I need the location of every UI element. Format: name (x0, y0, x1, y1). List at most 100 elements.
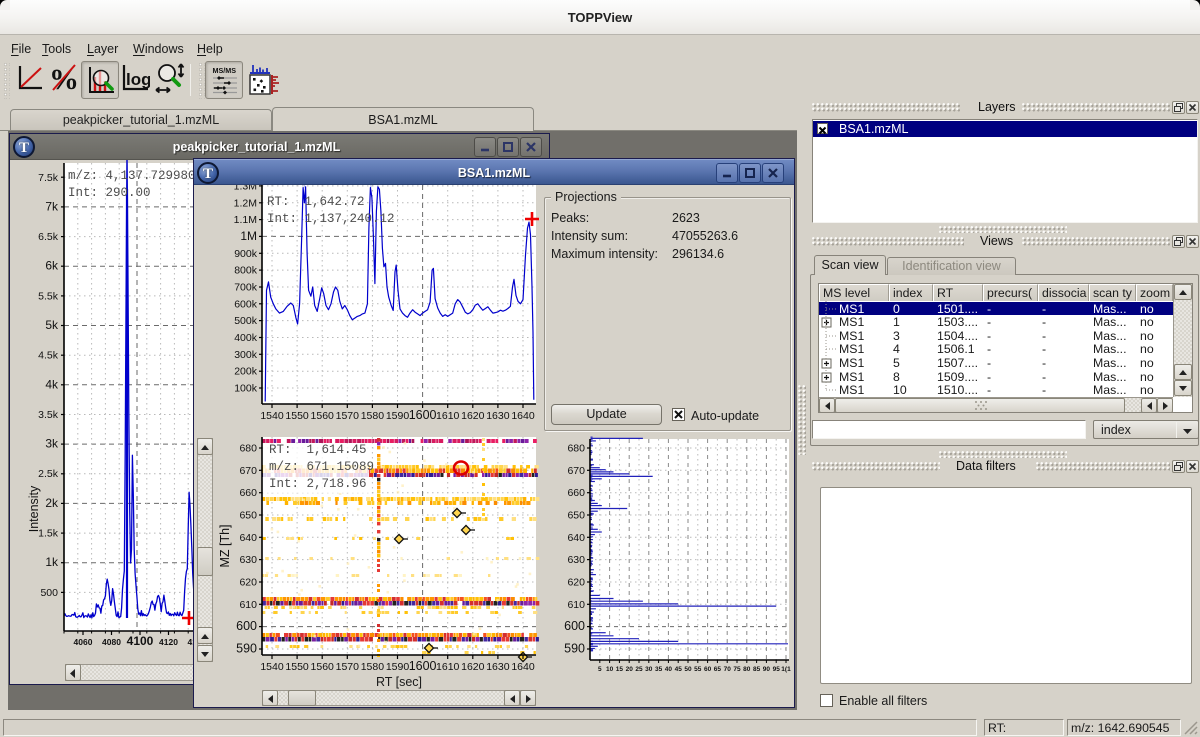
svg-text:640: 640 (239, 532, 257, 544)
svg-text:1.2M: 1.2M (234, 197, 257, 209)
svg-text:RT: 1,614.45: RT: 1,614.45 (269, 443, 367, 457)
svg-text:4k: 4k (45, 377, 59, 391)
svg-text:680: 680 (567, 443, 585, 455)
svg-text:100k: 100k (234, 383, 258, 395)
svg-text:4.5k: 4.5k (38, 350, 59, 362)
svg-text:80: 80 (743, 666, 751, 673)
svg-text:500: 500 (40, 587, 58, 599)
svg-text:15: 15 (616, 666, 624, 673)
svg-text:2k: 2k (45, 496, 59, 510)
svg-text:60: 60 (704, 666, 712, 673)
svg-text:1580: 1580 (361, 661, 385, 673)
svg-text:620: 620 (239, 577, 257, 589)
svg-text:660: 660 (567, 487, 585, 499)
svg-text:620: 620 (567, 577, 585, 589)
svg-text:680: 680 (239, 443, 257, 455)
svg-text:610: 610 (567, 599, 585, 611)
svg-text:10: 10 (606, 666, 614, 673)
svg-text:40: 40 (665, 666, 673, 673)
svg-text:1570: 1570 (336, 410, 360, 422)
svg-text:670: 670 (239, 465, 257, 477)
svg-text:590: 590 (236, 642, 257, 656)
svg-text:20: 20 (626, 666, 634, 673)
svg-text:1610: 1610 (436, 661, 460, 673)
svg-text:Int: 1,137,240.12: Int: 1,137,240.12 (267, 212, 395, 226)
svg-text:800k: 800k (234, 265, 258, 277)
svg-text:25: 25 (635, 666, 643, 673)
svg-text:Int: 2,718.96: Int: 2,718.96 (269, 477, 367, 491)
svg-text:1570: 1570 (336, 661, 360, 673)
svg-text:1540: 1540 (260, 410, 284, 422)
svg-text:500k: 500k (234, 315, 258, 327)
svg-text:400k: 400k (234, 332, 258, 344)
svg-text:4100: 4100 (127, 634, 154, 648)
svg-text:1630: 1630 (486, 661, 510, 673)
svg-text:log: log (126, 70, 150, 89)
svg-text:4060: 4060 (74, 637, 93, 647)
svg-text:1640: 1640 (511, 661, 535, 673)
svg-text:7.5k: 7.5k (38, 172, 59, 184)
svg-text:600: 600 (236, 619, 257, 633)
svg-text:1.1M: 1.1M (234, 214, 257, 226)
svg-text:1550: 1550 (285, 410, 309, 422)
svg-text:900k: 900k (234, 248, 258, 260)
svg-text:1590: 1590 (386, 410, 410, 422)
svg-text:1560: 1560 (311, 410, 335, 422)
svg-text:590: 590 (564, 642, 585, 656)
svg-text:1(1: 1(1 (781, 666, 791, 673)
svg-text:1550: 1550 (285, 661, 309, 673)
svg-text:1.5k: 1.5k (38, 528, 59, 540)
svg-text:5.5k: 5.5k (38, 290, 59, 302)
svg-text:650: 650 (239, 510, 257, 522)
svg-text:55: 55 (694, 666, 702, 673)
svg-text:1k: 1k (45, 555, 59, 569)
svg-text:30: 30 (645, 666, 653, 673)
svg-text:660: 660 (239, 487, 257, 499)
svg-text:5: 5 (598, 666, 602, 673)
svg-text:3.5k: 3.5k (38, 409, 59, 421)
svg-text:610: 610 (239, 599, 257, 611)
svg-text:45: 45 (675, 666, 683, 673)
svg-text:640: 640 (567, 532, 585, 544)
svg-text:1640: 1640 (511, 410, 535, 422)
svg-text:1540: 1540 (260, 661, 284, 673)
svg-text:650: 650 (567, 510, 585, 522)
svg-text:600: 600 (564, 619, 585, 633)
svg-text:200k: 200k (234, 366, 258, 378)
svg-text:50: 50 (684, 666, 692, 673)
svg-text:Int: 290.00: Int: 290.00 (68, 186, 151, 200)
svg-text:1620: 1620 (461, 410, 485, 422)
svg-text:1610: 1610 (436, 410, 460, 422)
svg-text:75: 75 (733, 666, 741, 673)
svg-text:MS/MS: MS/MS (213, 66, 237, 75)
svg-text:600k: 600k (234, 298, 258, 310)
svg-text:1600: 1600 (409, 659, 437, 673)
svg-text:1560: 1560 (311, 661, 335, 673)
svg-text:2.5k: 2.5k (38, 468, 59, 480)
svg-text:95: 95 (773, 666, 781, 673)
svg-text:6k: 6k (45, 259, 59, 273)
svg-text:4080: 4080 (102, 637, 121, 647)
svg-text:630: 630 (239, 554, 257, 566)
svg-text:700k: 700k (234, 282, 258, 294)
svg-text:m/z: 671.15089: m/z: 671.15089 (269, 460, 374, 474)
svg-text:5k: 5k (45, 318, 59, 332)
svg-text:300k: 300k (234, 349, 258, 361)
svg-text:670: 670 (567, 465, 585, 477)
svg-text:65: 65 (714, 666, 722, 673)
svg-text:1580: 1580 (361, 410, 385, 422)
svg-text:3k: 3k (45, 437, 59, 451)
svg-text:1620: 1620 (461, 661, 485, 673)
svg-text:70: 70 (724, 666, 732, 673)
svg-text:1630: 1630 (486, 410, 510, 422)
svg-text:1590: 1590 (386, 661, 410, 673)
svg-text:35: 35 (655, 666, 663, 673)
svg-text:1M: 1M (240, 229, 257, 243)
svg-text:630: 630 (567, 554, 585, 566)
svg-text:RT: 1,642.72: RT: 1,642.72 (267, 195, 365, 209)
svg-text:m/z: 4,137.7299804: m/z: 4,137.7299804 (68, 169, 203, 183)
svg-text:90: 90 (763, 666, 771, 673)
svg-text:85: 85 (753, 666, 761, 673)
svg-text:6.5k: 6.5k (38, 231, 59, 243)
svg-text:4120: 4120 (159, 637, 178, 647)
